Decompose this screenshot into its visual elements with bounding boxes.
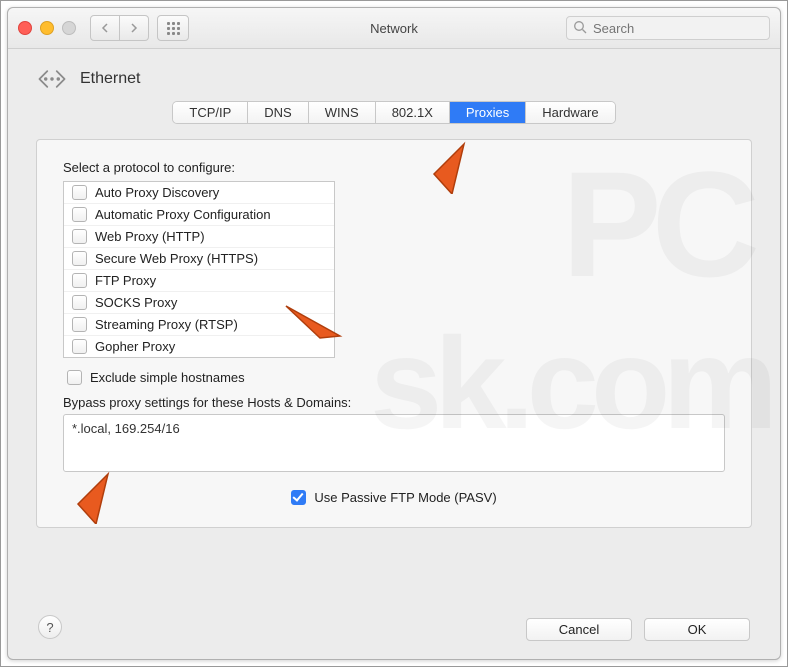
protocol-label: Auto Proxy Discovery: [95, 185, 219, 200]
protocol-label: Secure Web Proxy (HTTPS): [95, 251, 258, 266]
exclude-row[interactable]: Exclude simple hostnames: [67, 370, 725, 385]
dialog-buttons: Cancel OK: [526, 618, 750, 641]
back-button[interactable]: [90, 15, 120, 41]
protocol-checkbox[interactable]: [72, 317, 87, 332]
protocol-item[interactable]: Gopher Proxy: [64, 335, 334, 357]
search-icon: [573, 20, 587, 34]
protocol-label: Gopher Proxy: [95, 339, 175, 354]
protocol-checkbox[interactable]: [72, 185, 87, 200]
traffic-lights: [18, 21, 76, 35]
interface-header: Ethernet: [8, 48, 780, 102]
search-field-wrap: [566, 16, 770, 40]
bypass-section-label: Bypass proxy settings for these Hosts & …: [63, 395, 725, 410]
protocol-label: Web Proxy (HTTP): [95, 229, 205, 244]
protocol-checkbox[interactable]: [72, 207, 87, 222]
protocol-label: Automatic Proxy Configuration: [95, 207, 271, 222]
protocol-item[interactable]: Secure Web Proxy (HTTPS): [64, 247, 334, 269]
search-input[interactable]: [566, 16, 770, 40]
network-window: Network Ethernet TCP/IPDNSWINS802.1XProx…: [7, 7, 781, 660]
protocol-label: Streaming Proxy (RTSP): [95, 317, 238, 332]
protocol-list[interactable]: Auto Proxy Discovery Automatic Proxy Conf…: [63, 181, 335, 358]
tab-wins[interactable]: WINS: [309, 102, 376, 123]
chevron-left-icon: [101, 23, 109, 33]
bypass-textarea[interactable]: *.local, 169.254/16: [63, 414, 725, 472]
pasv-row[interactable]: Use Passive FTP Mode (PASV): [63, 490, 725, 505]
tab-hardware[interactable]: Hardware: [526, 102, 614, 123]
forward-button[interactable]: [120, 15, 149, 41]
ethernet-icon: [36, 68, 68, 90]
window-body: Ethernet TCP/IPDNSWINS802.1XProxiesHardw…: [8, 48, 780, 659]
zoom-icon[interactable]: [62, 21, 76, 35]
protocol-checkbox[interactable]: [72, 229, 87, 244]
ok-button[interactable]: OK: [644, 618, 750, 641]
help-button[interactable]: ?: [38, 615, 62, 639]
tab-bar: TCP/IPDNSWINS802.1XProxiesHardware: [8, 102, 780, 123]
window-title: Network: [370, 21, 418, 36]
protocol-item[interactable]: FTP Proxy: [64, 269, 334, 291]
pasv-label: Use Passive FTP Mode (PASV): [314, 490, 496, 505]
tab-tcpip[interactable]: TCP/IP: [173, 102, 248, 123]
tab-proxies[interactable]: Proxies: [450, 102, 526, 123]
pasv-checkbox[interactable]: [291, 490, 306, 505]
show-all-button[interactable]: [157, 15, 189, 41]
proxies-panel: Select a protocol to configure: Auto Pro…: [36, 139, 752, 528]
protocol-item[interactable]: SOCKS Proxy: [64, 291, 334, 313]
tab-8021x[interactable]: 802.1X: [376, 102, 450, 123]
protocol-item[interactable]: Web Proxy (HTTP): [64, 225, 334, 247]
protocol-label: SOCKS Proxy: [95, 295, 177, 310]
minimize-icon[interactable]: [40, 21, 54, 35]
protocol-checkbox[interactable]: [72, 339, 87, 354]
protocol-checkbox[interactable]: [72, 251, 87, 266]
cancel-button[interactable]: Cancel: [526, 618, 632, 641]
interface-title: Ethernet: [80, 70, 140, 88]
tab-dns[interactable]: DNS: [248, 102, 308, 123]
protocol-checkbox[interactable]: [72, 295, 87, 310]
protocol-checkbox[interactable]: [72, 273, 87, 288]
protocol-item[interactable]: Automatic Proxy Configuration: [64, 203, 334, 225]
grid-icon: [167, 22, 180, 35]
exclude-label: Exclude simple hostnames: [90, 370, 245, 385]
exclude-checkbox[interactable]: [67, 370, 82, 385]
close-icon[interactable]: [18, 21, 32, 35]
protocol-label: FTP Proxy: [95, 273, 156, 288]
protocol-section-label: Select a protocol to configure:: [63, 160, 725, 175]
titlebar: Network: [8, 8, 780, 49]
protocol-item[interactable]: Streaming Proxy (RTSP): [64, 313, 334, 335]
chevron-right-icon: [130, 23, 138, 33]
protocol-item[interactable]: Auto Proxy Discovery: [64, 182, 334, 203]
nav-back-forward: [90, 15, 149, 41]
